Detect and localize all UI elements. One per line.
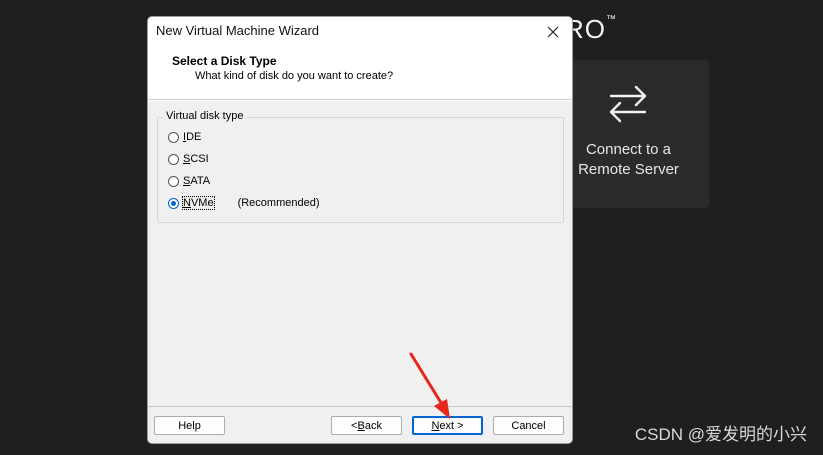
radio-circle-ide[interactable] bbox=[168, 131, 179, 143]
radio-circle-sata[interactable] bbox=[168, 175, 179, 187]
radio-nvme[interactable]: NVMe (Recommended) bbox=[168, 196, 320, 210]
radio-label-scsi: SCSI bbox=[183, 153, 209, 165]
radio-scsi[interactable]: SCSI bbox=[168, 153, 209, 165]
radio-label-sata: SATA bbox=[183, 175, 211, 187]
group-label: Virtual disk type bbox=[163, 110, 247, 122]
virtual-disk-type-group: Virtual disk type IDE SCSI SATA NVMe (Re… bbox=[157, 110, 564, 223]
next-button[interactable]: Next > bbox=[412, 416, 483, 435]
cancel-button[interactable]: Cancel bbox=[493, 416, 564, 435]
radio-label-ide: IDE bbox=[183, 131, 202, 143]
radio-ide[interactable]: IDE bbox=[168, 131, 201, 143]
wizard-header: Select a Disk Type What kind of disk do … bbox=[148, 47, 572, 100]
recommended-note: (Recommended) bbox=[237, 197, 320, 209]
dialog-title: New Virtual Machine Wizard bbox=[156, 23, 320, 38]
watermark-text: CSDN @爱发明的小兴 bbox=[634, 425, 807, 444]
radio-label-nvme: NVMe bbox=[182, 196, 215, 210]
wizard-step-title: Select a Disk Type bbox=[172, 54, 277, 68]
help-button[interactable]: Help bbox=[154, 416, 225, 435]
wizard-body: Virtual disk type IDE SCSI SATA NVMe (Re… bbox=[148, 100, 572, 412]
new-vm-wizard-dialog: New Virtual Machine Wizard Select a Disk… bbox=[147, 16, 573, 444]
close-button[interactable] bbox=[540, 20, 566, 44]
wizard-step-subtitle: What kind of disk do you want to create? bbox=[195, 70, 394, 82]
radio-circle-scsi[interactable] bbox=[168, 153, 179, 165]
back-button[interactable]: < Back bbox=[331, 416, 402, 435]
swap-arrows-icon bbox=[607, 82, 649, 129]
wizard-footer: Help < Back Next > Cancel bbox=[148, 406, 572, 443]
radio-sata[interactable]: SATA bbox=[168, 175, 210, 187]
radio-circle-nvme[interactable] bbox=[168, 197, 179, 209]
dialog-titlebar[interactable]: New Virtual Machine Wizard bbox=[148, 17, 572, 47]
close-icon bbox=[547, 26, 559, 38]
